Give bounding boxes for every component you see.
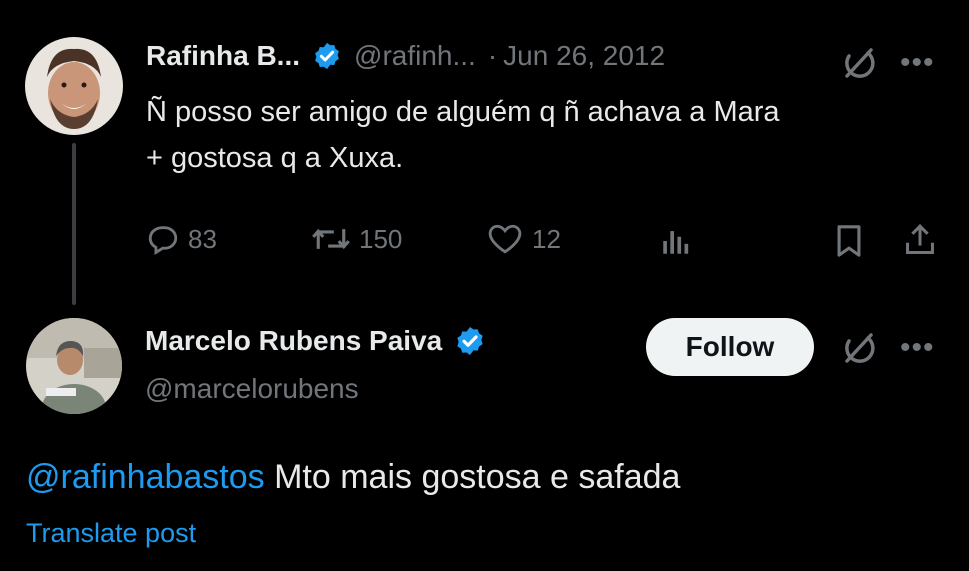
share-icon[interactable] [903,222,937,263]
follow-button[interactable]: Follow [646,318,814,376]
views-icon[interactable] [659,224,693,263]
tweet1-text-line1: Ñ posso ser amigo de alguém q ñ achava a… [146,96,780,128]
reply-icon [146,222,180,256]
tweet1-text: Ñ posso ser amigo de alguém q ñ achava a… [146,89,956,181]
translate-post-link[interactable]: Translate post [26,518,196,549]
like-count: 12 [532,223,561,254]
more-icon[interactable]: ••• [900,46,935,80]
tweet2-header: Marcelo Rubens Paiva [145,325,486,357]
grok-icon[interactable] [840,45,876,86]
repost-icon [311,222,351,256]
tweet1-date[interactable]: Jun 26, 2012 [503,40,665,72]
tweet2-body: Mto mais gostosa e safada [264,458,681,496]
tweet1-display-name[interactable]: Rafinha B... [146,40,300,72]
repost-button[interactable]: 150 [311,222,402,256]
tweet2-text: @rafinhabastos Mto mais gostosa e safada [26,458,680,497]
tweet1-handle[interactable]: @rafinh... [354,40,476,72]
tweet2-display-name[interactable]: Marcelo Rubens Paiva [145,325,442,357]
repost-count: 150 [359,223,403,254]
reply-button[interactable]: 83 [146,222,217,256]
reply-count: 83 [188,223,217,254]
tweet1-separator: · [487,40,498,71]
verified-badge-icon [454,325,486,357]
mention-link[interactable]: @rafinhabastos [26,458,265,496]
like-button[interactable]: 12 [486,222,561,256]
bookmark-icon[interactable] [834,224,864,263]
grok-icon[interactable] [840,330,876,371]
more-icon[interactable]: ••• [900,331,935,365]
tweet2-handle[interactable]: @marcelorubens [145,373,359,405]
avatar-marcelo[interactable] [26,318,122,414]
thread-connector-line [72,143,76,305]
verified-badge-icon [312,41,342,71]
like-icon [486,222,524,256]
avatar-rafinha[interactable] [25,37,123,135]
tweet1-header: Rafinha B... @rafinh... · Jun 26, 2012 [146,40,665,72]
tweet1-text-line2: + gostosa q a Xuxa. [146,142,404,174]
